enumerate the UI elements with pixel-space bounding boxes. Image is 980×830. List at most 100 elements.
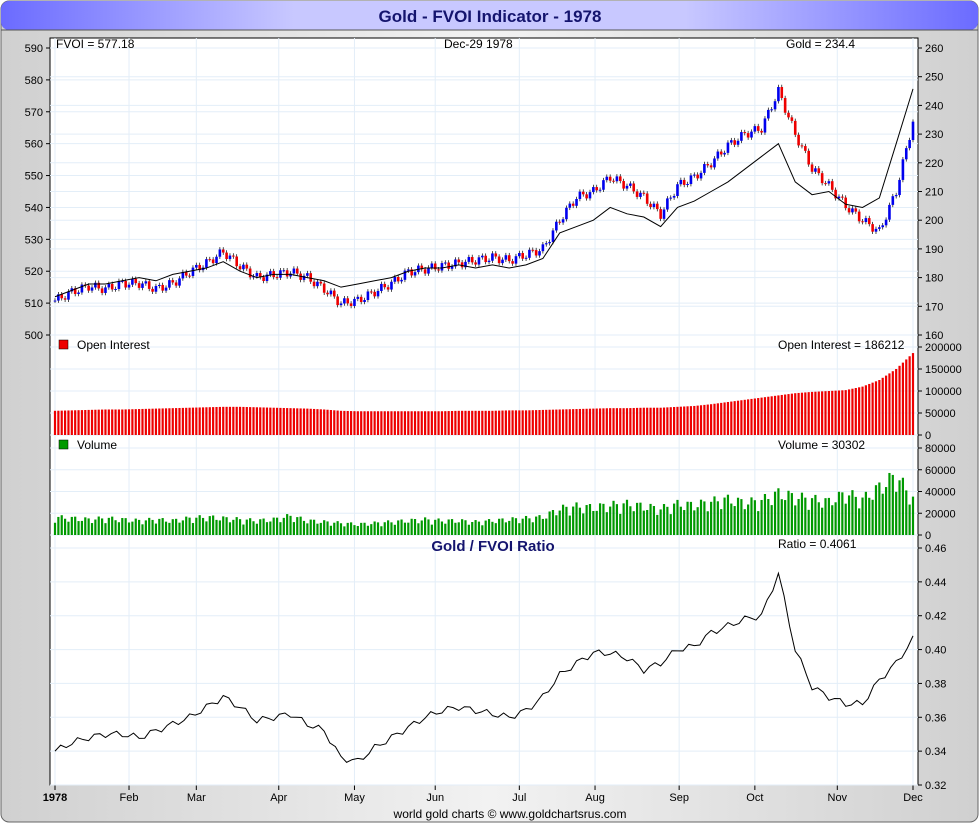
volume-bar: [514, 518, 518, 535]
open-interest-bar: [895, 369, 898, 435]
volume-bar: [390, 522, 393, 535]
volume-bar: [144, 520, 147, 535]
open-interest-bar: [292, 408, 295, 435]
open-interest-bar: [747, 399, 750, 435]
open-interest-bar: [481, 410, 484, 435]
gold-candle: [356, 296, 360, 299]
gold-candle: [63, 298, 67, 300]
open-interest-bar: [558, 409, 561, 435]
gold-candle: [396, 276, 400, 282]
gold-candle: [793, 120, 797, 135]
open-interest-bar: [504, 410, 507, 435]
open-interest-bar: [686, 406, 689, 435]
volume-bar: [518, 523, 521, 535]
gold-candle: [783, 98, 787, 113]
volume-bar: [70, 516, 73, 535]
open-interest-bar: [834, 390, 837, 435]
volume-bar: [804, 497, 807, 535]
gold-candle: [901, 159, 905, 180]
open-interest-bar: [437, 411, 440, 435]
volume-bar: [699, 499, 703, 535]
gold-candle: [622, 181, 625, 189]
open-interest-bar: [124, 409, 127, 435]
open-interest-bar: [854, 388, 857, 435]
gold-candle: [124, 280, 127, 288]
open-interest-bar: [652, 407, 656, 435]
volume-bar: [74, 516, 77, 535]
volume-bar: [561, 504, 565, 535]
volume-bar: [77, 521, 80, 535]
volume-bar: [252, 521, 255, 535]
volume-bar: [312, 519, 316, 535]
open-interest-bar: [127, 409, 131, 435]
gold-candle: [642, 192, 646, 194]
open-interest-bar: [447, 411, 450, 435]
volume-bar: [874, 485, 878, 535]
open-interest-bar: [215, 407, 218, 435]
gold-candle: [598, 189, 602, 191]
gold-candle: [756, 126, 760, 131]
open-interest-bar: [282, 407, 285, 435]
gold-candle: [238, 266, 242, 270]
open-interest-bar: [821, 391, 824, 435]
volume-bar: [154, 523, 158, 535]
volume-bar: [360, 522, 363, 535]
volume-bar: [582, 513, 585, 535]
open-interest-legend-swatch: [58, 339, 69, 350]
volume-bar: [306, 523, 309, 535]
open-interest-bar: [67, 410, 70, 435]
volume-bar: [548, 511, 551, 535]
volume-bar: [888, 472, 891, 535]
volume-bar: [538, 515, 541, 535]
volume-bar: [588, 504, 592, 535]
volume-bar: [124, 518, 127, 535]
open-interest-bar: [70, 410, 73, 435]
gold-candle: [736, 140, 740, 145]
volume-bar: [461, 519, 464, 535]
gold-candle: [161, 284, 164, 291]
open-interest-bar: [154, 408, 158, 435]
gold-candle: [595, 187, 599, 191]
right-axis-label: 0.46: [925, 543, 946, 555]
gold-candle: [481, 255, 484, 258]
open-interest-bar: [477, 410, 481, 435]
gold-candle: [107, 283, 111, 288]
volume-bar: [720, 509, 723, 535]
open-interest-bar: [898, 365, 901, 435]
volume-bar: [90, 523, 94, 535]
open-interest-bar: [555, 409, 558, 435]
volume-bar: [646, 509, 649, 535]
gold-candle: [871, 224, 874, 232]
volume-bar: [642, 510, 645, 535]
volume-bar: [508, 520, 511, 535]
open-interest-bar: [656, 407, 659, 435]
gold-candle: [841, 196, 844, 198]
gold-candle: [151, 288, 154, 292]
open-interest-bar: [595, 408, 598, 435]
open-interest-bar: [858, 387, 861, 435]
right-axis-label: 220: [925, 158, 943, 170]
volume-bar: [262, 518, 265, 535]
panel-4-background: [49, 534, 919, 786]
volume-bar: [63, 518, 67, 535]
open-interest-bar: [141, 408, 144, 435]
gold-candle: [824, 183, 827, 185]
left-axis-label: 500: [25, 330, 43, 342]
volume-bar: [151, 519, 154, 535]
volume-bar: [279, 522, 282, 535]
volume-bar: [208, 516, 211, 535]
open-interest-bar: [101, 409, 104, 435]
gold-candle: [669, 197, 673, 199]
open-interest-bar: [888, 373, 891, 435]
open-interest-bar: [420, 411, 423, 435]
volume-bar: [60, 515, 63, 535]
volume-bar: [457, 522, 460, 535]
x-tick-label: Feb: [120, 792, 139, 804]
open-interest-bar: [491, 410, 494, 435]
gold-candle: [447, 262, 450, 269]
gold-candle: [625, 185, 629, 189]
volume-bar: [114, 520, 117, 535]
open-interest-bar: [434, 411, 437, 435]
open-interest-bar: [521, 410, 524, 435]
open-interest-bar: [238, 406, 242, 435]
